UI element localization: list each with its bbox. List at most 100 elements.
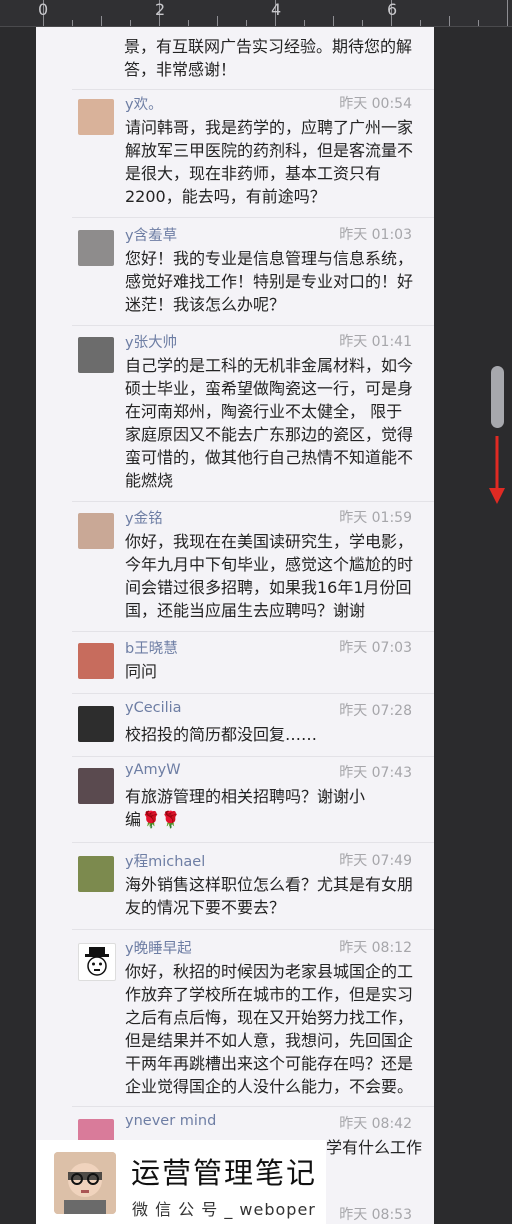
comment-text: 海外销售这样职位怎么看？尤其是有女朋 友的情况下要不要去？: [125, 873, 421, 919]
avatar[interactable]: [78, 643, 114, 679]
comment-time: 昨天 00:54: [339, 96, 412, 112]
avatar[interactable]: [78, 513, 114, 549]
ruler-tick: [420, 20, 421, 26]
ruler-tick: [304, 20, 305, 26]
comment-line: 之后有点后悔，现在又开始努力找工作，: [125, 1008, 414, 1027]
ruler-tick: [217, 16, 218, 26]
comment-line: 但是结果并不如人意，我想问，先回国企: [125, 1031, 414, 1050]
divider: [72, 929, 434, 930]
comment-author[interactable]: y程michael: [125, 850, 205, 871]
ruler-tick: [130, 20, 131, 26]
divider: [72, 1106, 434, 1107]
comment-line: 海外销售这样职位怎么看？尤其是有女朋: [125, 875, 414, 894]
ruler-tick: [362, 20, 363, 26]
avatar[interactable]: [78, 99, 114, 135]
comment-line: 答，非常感谢！: [124, 60, 237, 79]
comment-line: 校招投的简历都没回复……: [125, 725, 318, 744]
avatar[interactable]: [78, 943, 116, 981]
comment-time: 昨天 07:49: [339, 853, 412, 869]
comment-author[interactable]: y张大帅: [125, 331, 177, 352]
comment-line: 有旅游管理的相关招聘吗？谢谢小: [125, 787, 366, 806]
ruler-label: 4: [271, 0, 282, 19]
comment-line: 景，有互联网广告实习经验。期待您的解: [124, 37, 413, 56]
ruler: 0 2 4 6: [0, 0, 512, 27]
comment-text: 你好，秋招的时候因为老家县城国企的工 作放弃了学校所在城市的工作，但是实习 之后…: [125, 960, 421, 1098]
avatar[interactable]: [78, 230, 114, 266]
comment-text: 你好，我现在在美国读研究生，学电影， 今年九月中下旬毕业，感觉这个尴尬的时 间会…: [125, 530, 421, 622]
comment-time: 昨天 07:43: [339, 765, 412, 781]
divider: [72, 693, 434, 694]
comment-author[interactable]: yCecilia: [125, 700, 182, 716]
comment-line: 家庭原因又不能去广东那边的瓷区，觉得: [125, 425, 414, 444]
comment-text: 请问韩哥，我是药学的，应聘了广州一家 解放军三甲医院的药剂科，但是客流量不 是很…: [125, 116, 421, 208]
cartoon-face-icon: [85, 947, 109, 976]
comment-author[interactable]: y欢。: [125, 93, 163, 114]
comments-panel: 景，有互联网广告实习经验。期待您的解 答，非常感谢！ y欢。 昨天 00:54 …: [36, 27, 434, 1224]
avatar[interactable]: [78, 337, 114, 373]
ruler-tick: [507, 0, 508, 26]
ruler-tick: [246, 20, 247, 26]
ruler-label: 2: [155, 0, 166, 19]
comment-text: 同问: [125, 660, 421, 683]
comment-text: 有旅游管理的相关招聘吗？谢谢小 编🌹🌹: [125, 785, 421, 831]
comment-line: 自己学的是工科的无机非金属材料，如今: [125, 356, 414, 375]
divider: [72, 325, 434, 326]
comment-line: 同问: [125, 662, 158, 681]
comment-line: 今年九月中下旬毕业，感觉这个尴尬的时: [125, 555, 414, 574]
comment-author[interactable]: y金铭: [125, 507, 163, 528]
scrollbar-thumb[interactable]: [491, 366, 504, 428]
comment-line: 感觉好难找工作！特别是专业对口的！好: [125, 272, 414, 291]
avatar[interactable]: [78, 856, 114, 892]
comment-text: 学有什么工作: [326, 1136, 426, 1159]
brand-banner: 运营管理笔记 微 信 公 号 _ weboper: [36, 1140, 326, 1224]
divider: [72, 631, 434, 632]
avatar[interactable]: [78, 768, 114, 804]
ruler-tick: [72, 20, 73, 26]
comment-time: 昨天 08:12: [339, 940, 412, 956]
comment-time: 昨天 01:03: [339, 227, 412, 243]
comment-time: 昨天 07:03: [339, 640, 412, 656]
comment-line: 国，还能当应届生去应聘吗？谢谢: [125, 601, 366, 620]
previous-comment-text: 景，有互联网广告实习经验。期待您的解 答，非常感谢！: [124, 35, 424, 81]
comment-author[interactable]: y晚睡早起: [125, 937, 192, 958]
comment-line: 你好，我现在在美国读研究生，学电影，: [125, 532, 414, 551]
comment-author[interactable]: yAmyW: [125, 762, 181, 778]
ruler-tick: [188, 20, 189, 26]
comment-line: 企业觉得国企的人没什么能力，不会要。: [125, 1077, 414, 1096]
divider: [72, 501, 434, 502]
brand-subtitle: 微 信 公 号 _ weboper: [132, 1200, 316, 1219]
divider: [72, 842, 434, 843]
comment-text: 校招投的简历都没回复……: [125, 723, 421, 746]
comment-time: 昨天 07:28: [339, 703, 412, 719]
comment-line: 你好，秋招的时候因为老家县城国企的工: [125, 962, 414, 981]
arrow-down-icon: [489, 436, 505, 504]
comment-time: 昨天 01:41: [339, 334, 412, 350]
comment-author[interactable]: y含羞草: [125, 224, 177, 245]
brand-title: 运营管理笔记: [131, 1156, 318, 1190]
divider: [72, 756, 434, 757]
ruler-label: 0: [38, 0, 49, 19]
person-icon: [54, 1152, 116, 1214]
comment-author[interactable]: b王晓慧: [125, 637, 178, 658]
comment-line: 在河南郑州，陶瓷行业不太健全， 限于: [125, 402, 403, 421]
comment-line: 2200，能去吗，有前途吗？: [125, 187, 326, 206]
comment-text: 您好！我的专业是信息管理与信息系统， 感觉好难找工作！特别是专业对口的！好 迷茫…: [125, 247, 421, 316]
comment-line: 编🌹🌹: [125, 810, 181, 829]
ruler-tick: [333, 16, 334, 26]
comment-line: 迷茫！我该怎么办呢？: [125, 295, 286, 314]
comment-line: 硕士毕业，蛮希望做陶瓷这一行，可是身: [125, 379, 414, 398]
comment-time: 昨天 08:42: [339, 1116, 412, 1132]
comment-time: 昨天 01:59: [339, 510, 412, 526]
comment-line: 能燃烧: [125, 471, 174, 490]
comment-line: 作放弃了学校所在城市的工作，但是实习: [125, 985, 414, 1004]
divider: [72, 89, 434, 90]
comment-line: 是很大，现在非药师，基本工资只有: [125, 164, 382, 183]
comment-line: 间会错过很多招聘，如果我16年1月份回: [125, 578, 412, 597]
comment-author[interactable]: ynever mind: [125, 1113, 216, 1129]
ruler-tick: [449, 16, 450, 26]
comment-line: 解放军三甲医院的药剂科，但是客流量不: [125, 141, 414, 160]
comment-line: 学有什么工作: [326, 1138, 423, 1157]
ruler-label: 6: [387, 0, 398, 19]
avatar[interactable]: [78, 706, 114, 742]
ruler-tick: [478, 20, 479, 26]
